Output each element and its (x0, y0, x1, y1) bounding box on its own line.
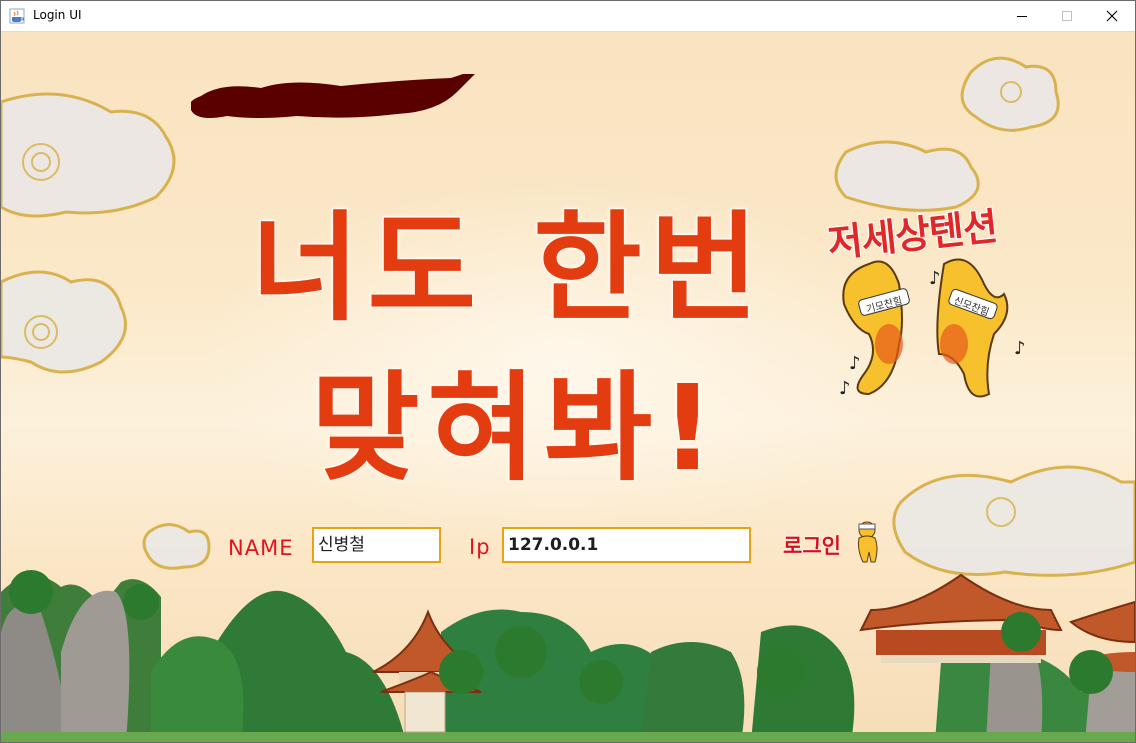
name-input[interactable]: 신병철 (312, 527, 441, 563)
ip-label: Ip (469, 535, 491, 559)
title-bar[interactable]: Login UI (1, 1, 1135, 32)
svg-text:♪: ♪ (839, 378, 851, 399)
java-cup-icon (9, 8, 25, 24)
cheering-characters-illustration: 기모찬힘 신모찬힘 ♪ ♪ ♪ ♪ (839, 258, 1026, 399)
svg-text:♪: ♪ (1014, 338, 1026, 359)
title-line-1: 너도 한번 (249, 198, 767, 339)
brush-stroke-decoration (191, 74, 475, 118)
minimize-icon (1017, 16, 1027, 17)
svg-text:♪: ♪ (929, 268, 941, 289)
login-window: Login UI 너도 한번 맞혀봐! 저세상텐션 기모찬힘 신모찬힘 ♪ ♪ … (0, 0, 1136, 743)
login-button-label: 로그인 (783, 534, 842, 559)
svg-text:♪: ♪ (849, 353, 861, 374)
window-title: Login UI (33, 8, 82, 22)
maximize-button[interactable] (1044, 1, 1090, 31)
login-button[interactable]: 로그인 (783, 521, 883, 568)
close-button[interactable] (1089, 1, 1135, 31)
ip-input[interactable]: 127.0.0.1 (502, 527, 751, 563)
login-panel: 너도 한번 맞혀봐! 저세상텐션 기모찬힘 신모찬힘 ♪ ♪ ♪ ♪ NAME (1, 32, 1135, 742)
minimize-button[interactable] (999, 1, 1045, 31)
character-icon (858, 521, 878, 563)
close-icon (1106, 10, 1118, 22)
title-line-2: 맞혀봐! (310, 358, 723, 499)
name-label: NAME (228, 536, 294, 560)
maximize-icon (1062, 11, 1072, 21)
